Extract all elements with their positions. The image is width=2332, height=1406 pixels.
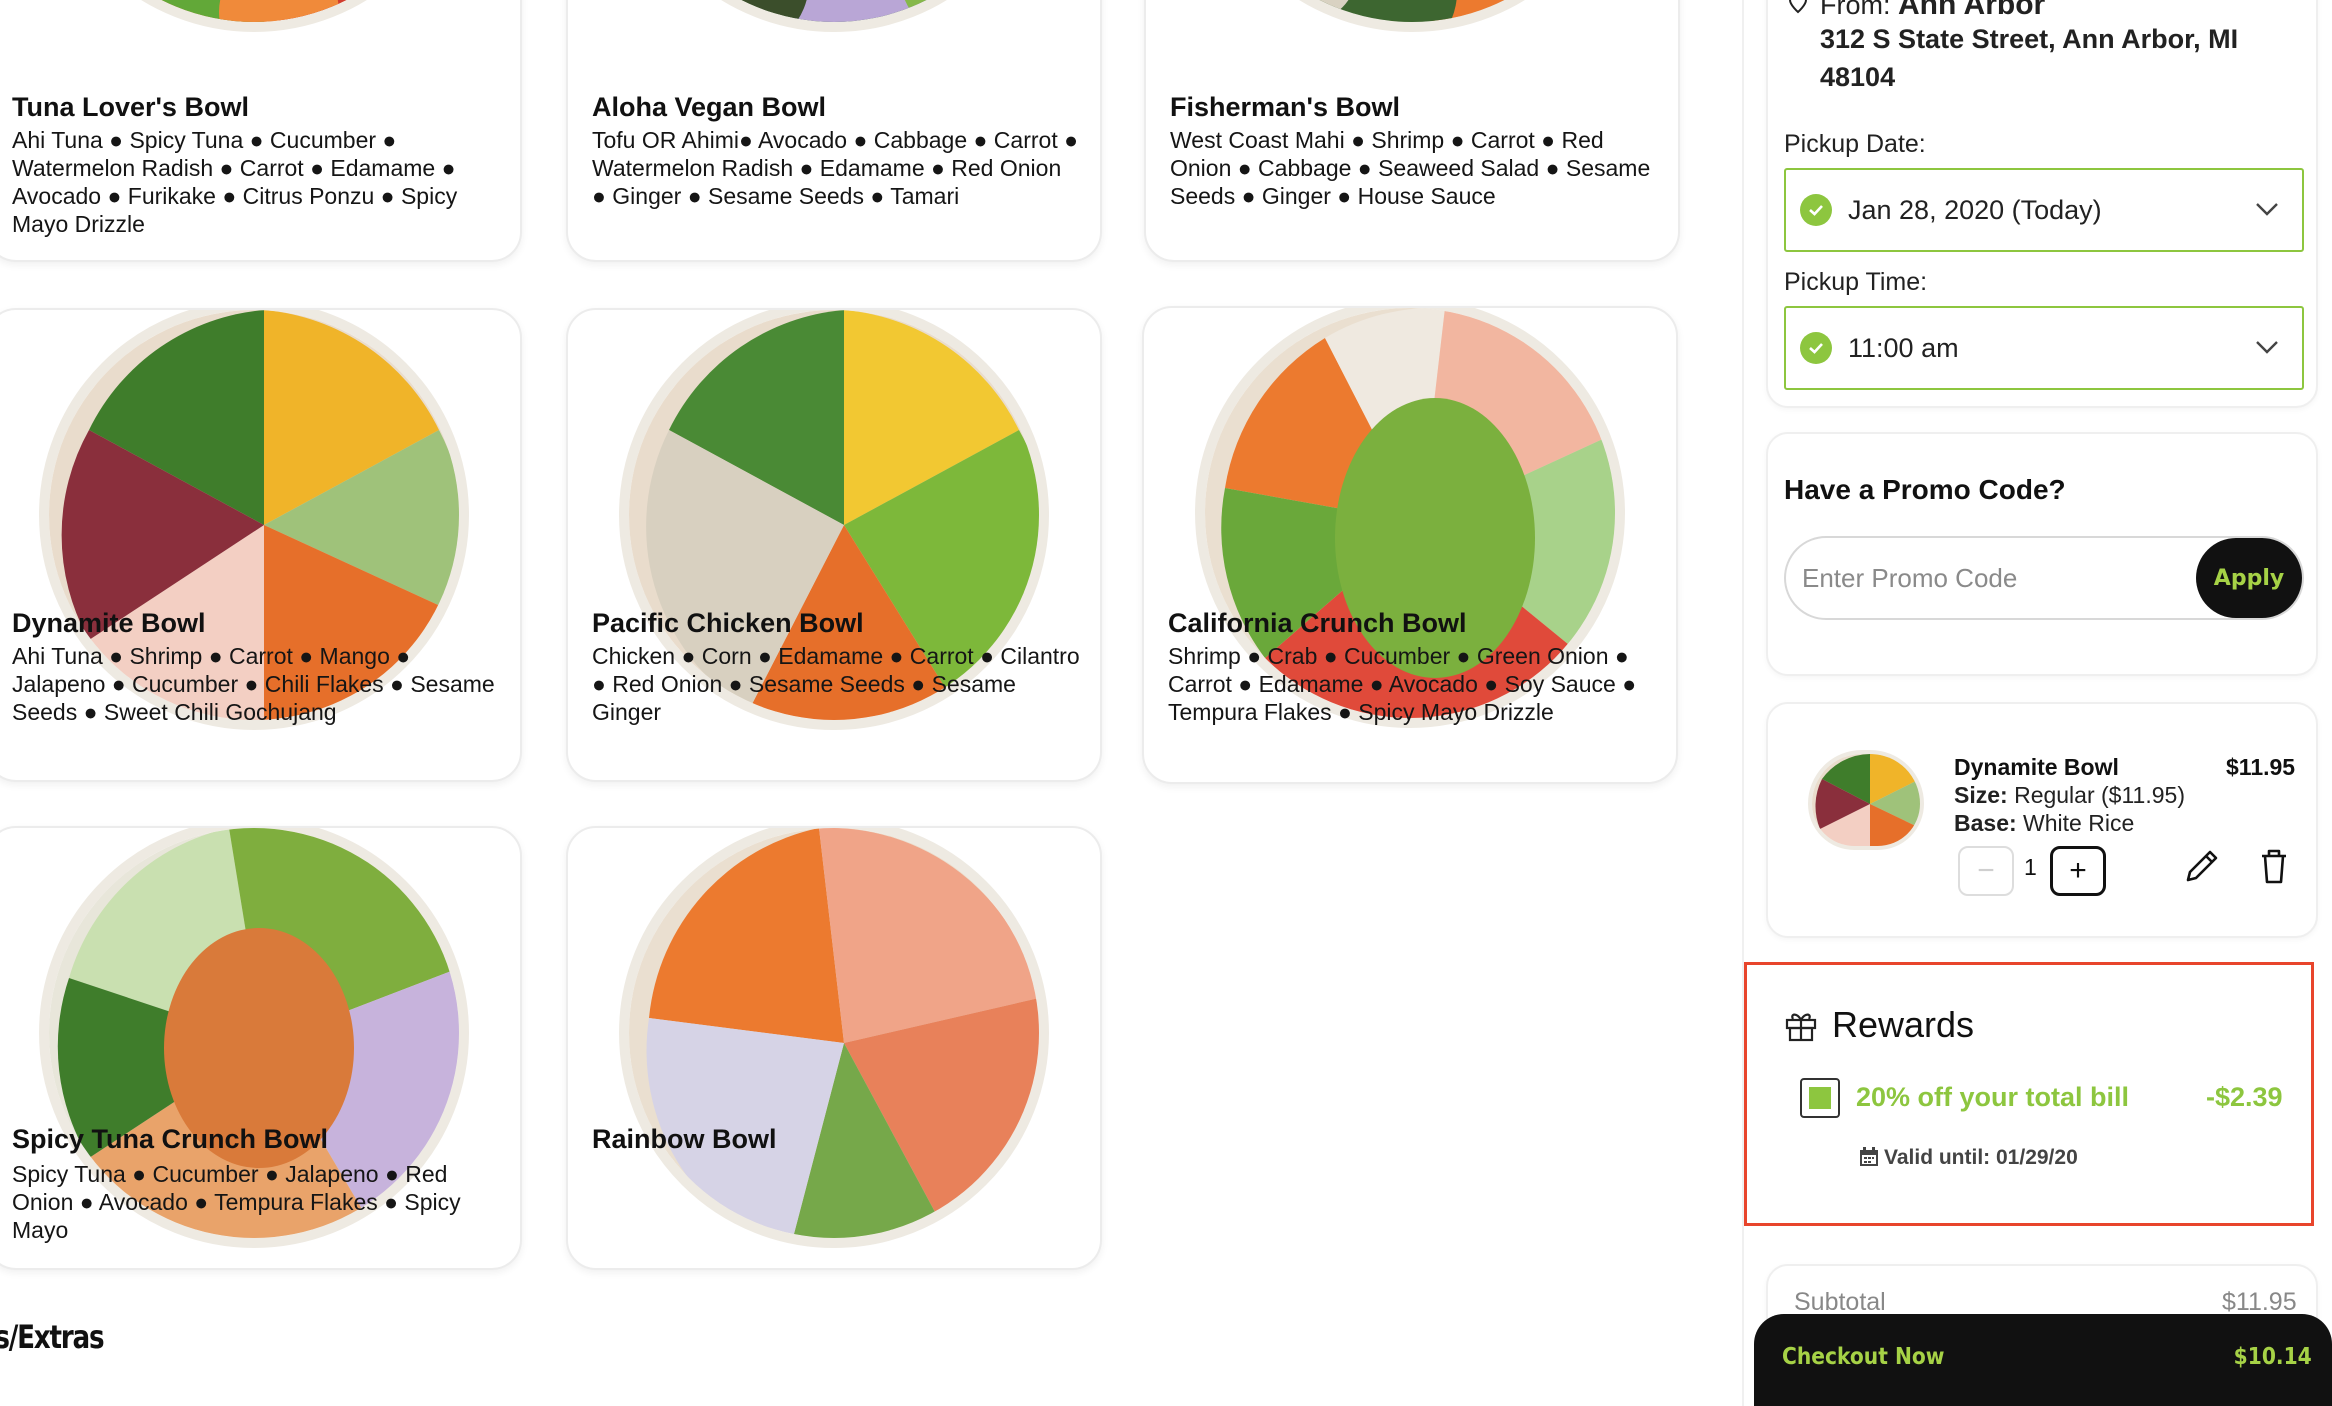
reward-discount: -$2.39 <box>2206 1082 2283 1112</box>
bowl-ingredients: Spicy Tuna ● Cucumber ● Jalapeno ● Red O… <box>12 1161 461 1243</box>
location-pin-icon <box>1788 0 1808 14</box>
bowl-image <box>39 0 469 32</box>
cart-item-image <box>1808 750 1924 850</box>
pickup-address: 312 S State Street, Ann Arbor, MI 48104 <box>1820 24 2239 92</box>
bowl-ingredients: Ahi Tuna ● Shrimp ● Carrot ● Mango ● Jal… <box>12 643 495 725</box>
bowl-name: Tuna Lover's Bowl <box>12 92 249 122</box>
menu-card-aloha-vegan[interactable]: Aloha Vegan Bowl Tofu OR Ahimi● Avocado … <box>566 0 1102 262</box>
bowl-image <box>619 828 1049 1248</box>
section-heading-sides-extras: les/Extras <box>0 1318 105 1356</box>
menu-card-california-crunch[interactable]: California Crunch Bowl Shrimp ● Crab ● C… <box>1142 306 1678 784</box>
check-circle-icon <box>1800 194 1832 226</box>
bowl-ingredients: Shrimp ● Crab ● Cucumber ● Green Onion ●… <box>1168 643 1637 725</box>
apply-promo-button[interactable]: Apply <box>2196 538 2302 618</box>
chevron-down-icon <box>2256 203 2278 216</box>
bowl-ingredients: Tofu OR Ahimi● Avocado ● Cabbage ● Carro… <box>592 127 1078 209</box>
bowl-image <box>1197 0 1627 32</box>
chevron-down-icon <box>2256 341 2278 354</box>
bowl-name: Spicy Tuna Crunch Bowl <box>12 1124 329 1154</box>
cart-item-price: $11.95 <box>2226 754 2296 780</box>
bowl-ingredients: Chicken ● Corn ● Edamame ● Carrot ● Cila… <box>592 643 1080 725</box>
bowl-image <box>619 0 1049 32</box>
menu-card-rainbow[interactable]: Rainbow Bowl <box>566 826 1102 1270</box>
edit-pencil-icon[interactable] <box>2180 844 2224 888</box>
bowl-name: Fisherman's Bowl <box>1170 92 1400 122</box>
subtotal-value: $11.95 <box>2222 1288 2297 1316</box>
reward-checkbox[interactable] <box>1800 1078 1840 1118</box>
rewards-title: Rewards <box>1832 1004 1975 1045</box>
pickup-time-label: Pickup Time: <box>1784 268 1928 296</box>
pickup-time-select[interactable]: 11:00 am <box>1784 306 2304 390</box>
bowl-name: Rainbow Bowl <box>592 1124 777 1154</box>
reward-offer: 20% off your total bill <box>1856 1082 2130 1112</box>
pickup-time-value: 11:00 am <box>1848 332 1959 363</box>
promo-title: Have a Promo Code? <box>1784 474 2066 505</box>
checkout-label: Checkout Now <box>1782 1344 1945 1370</box>
quantity-increase-button[interactable]: + <box>2050 846 2106 896</box>
menu-card-pacific-chicken[interactable]: Pacific Chicken Bowl Chicken ● Corn ● Ed… <box>566 308 1102 782</box>
from-label: From: <box>1820 0 1898 20</box>
menu-card-fishermans[interactable]: Fisherman's Bowl West Coast Mahi ● Shrim… <box>1144 0 1680 262</box>
menu-card-tuna-lovers[interactable]: Tuna Lover's Bowl Ahi Tuna ● Spicy Tuna … <box>0 0 522 262</box>
quantity-value: 1 <box>2024 854 2037 880</box>
base-value: White Rice <box>2016 810 2135 836</box>
base-label: Base: <box>1954 810 2017 836</box>
check-circle-icon <box>1800 332 1832 364</box>
reward-valid-until: Valid until: 01/29/20 <box>1884 1146 2078 1169</box>
bowl-name: California Crunch Bowl <box>1168 608 1467 638</box>
menu-card-dynamite[interactable]: Dynamite Bowl Ahi Tuna ● Shrimp ● Carrot… <box>0 308 522 782</box>
delete-trash-icon[interactable] <box>2252 844 2296 888</box>
pickup-date-label: Pickup Date: <box>1784 130 1926 158</box>
gift-icon <box>1785 1013 1817 1042</box>
bowl-name: Pacific Chicken Bowl <box>592 608 864 638</box>
cart-item-base: Base: White Rice <box>1954 810 2134 837</box>
quantity-decrease-button[interactable]: − <box>1958 846 2014 896</box>
bowl-name: Dynamite Bowl <box>12 608 206 638</box>
size-value: Regular ($11.95) <box>2007 782 2185 808</box>
bowl-ingredients: Ahi Tuna ● Spicy Tuna ● Cucumber ● Water… <box>12 127 458 237</box>
pickup-location: Ann Arbor <box>1898 0 2046 21</box>
subtotal-label: Subtotal <box>1794 1288 1886 1316</box>
size-label: Size: <box>1954 782 2008 808</box>
calendar-icon <box>1860 1147 1878 1166</box>
bowl-name: Aloha Vegan Bowl <box>592 92 827 122</box>
checkout-button[interactable]: Checkout Now $10.14 <box>1754 1314 2332 1406</box>
pickup-from: From: Ann Arbor <box>1820 0 2045 22</box>
checkout-total: $10.14 <box>2233 1344 2312 1370</box>
cart-item-name: Dynamite Bowl <box>1954 754 2119 780</box>
bowl-ingredients: West Coast Mahi ● Shrimp ● Carrot ● Red … <box>1170 127 1651 209</box>
pickup-date-value: Jan 28, 2020 (Today) <box>1848 194 2102 225</box>
pickup-date-select[interactable]: Jan 28, 2020 (Today) <box>1784 168 2304 252</box>
menu-grid: Tuna Lover's Bowl Ahi Tuna ● Spicy Tuna … <box>0 0 1720 1406</box>
cart-item-size: Size: Regular ($11.95) <box>1954 782 2185 809</box>
menu-card-spicy-tuna-crunch[interactable]: Spicy Tuna Crunch Bowl Spicy Tuna ● Cucu… <box>0 826 522 1270</box>
